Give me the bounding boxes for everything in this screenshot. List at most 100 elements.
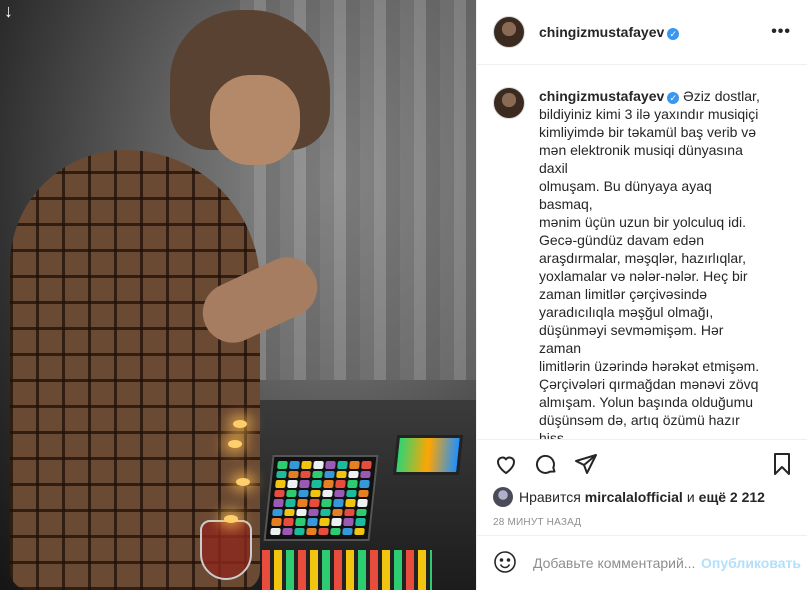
comment-input[interactable] (533, 555, 701, 571)
launchpad-button (331, 518, 342, 526)
launchpad-button (344, 508, 355, 516)
keyboard-controller (262, 550, 432, 590)
launchpad-button (285, 499, 296, 507)
launchpad-button (296, 508, 307, 516)
launchpad-button (274, 489, 285, 497)
launchpad-button (307, 518, 318, 526)
launchpad-button (275, 480, 286, 488)
launchpad-button (360, 470, 371, 478)
launchpad-button (348, 470, 359, 478)
launchpad-button (300, 470, 311, 478)
post-photo[interactable]: ↓ (0, 0, 476, 590)
likes-count-link[interactable]: ещё 2 212 (699, 489, 765, 505)
launchpad-button (276, 470, 287, 478)
launchpad-button (318, 527, 329, 535)
launchpad-button (299, 480, 310, 488)
launchpad-button (342, 527, 353, 535)
launchpad-button (312, 470, 323, 478)
launchpad-button (321, 499, 332, 507)
launchpad-button (273, 499, 284, 507)
launchpad-button (346, 489, 357, 497)
comment-bubble-icon[interactable] (533, 451, 559, 477)
launchpad-button (297, 499, 308, 507)
add-comment-bar: Опубликовать (477, 535, 807, 590)
launchpad-button (335, 480, 346, 488)
candle-light (233, 420, 247, 428)
down-arrow-icon[interactable]: ↓ (4, 2, 13, 20)
launchpad-button (349, 461, 360, 469)
launchpad-button (287, 480, 298, 488)
header-username[interactable]: chingizmustafayev ✓ (539, 24, 680, 40)
avatar[interactable] (493, 16, 525, 48)
likes-summary: Нравится mircalalofficial и ещё 2 212 (477, 487, 807, 507)
launchpad-button (282, 527, 293, 535)
launchpad-button (309, 499, 320, 507)
launchpad-button (301, 461, 312, 469)
launchpad-button (323, 480, 334, 488)
launchpad-button (359, 480, 370, 488)
verified-badge-icon: ✓ (667, 28, 680, 40)
launchpad-button (332, 508, 343, 516)
launchpad-button (334, 489, 345, 497)
launchpad-button (311, 480, 322, 488)
launchpad-button (319, 518, 330, 526)
launchpad-button (298, 489, 309, 497)
launchpad-button (324, 470, 335, 478)
launchpad-button (272, 508, 283, 516)
caption-username[interactable]: chingizmustafayev ✓ (539, 88, 680, 104)
launchpad-button (289, 461, 300, 469)
launchpad-button (357, 499, 368, 507)
avatar[interactable] (493, 87, 525, 119)
launchpad-button (286, 489, 297, 497)
candle-light (228, 440, 242, 448)
wine-glass (200, 520, 252, 580)
liker-username[interactable]: mircalalofficial (585, 489, 683, 505)
caption-section: chingizmustafayev ✓ Əziz dostlar, bildiyi… (477, 65, 807, 439)
launchpad-button (320, 508, 331, 516)
liker-avatar[interactable] (493, 487, 513, 507)
controller-screen (392, 435, 464, 475)
post-header: chingizmustafayev ✓ ••• (477, 0, 807, 65)
launchpad-button (295, 518, 306, 526)
launchpad-button (322, 489, 333, 497)
launchpad-button (288, 470, 299, 478)
launchpad-button (284, 508, 295, 516)
launchpad-button (336, 470, 347, 478)
musician-face (210, 75, 300, 165)
launchpad-button (294, 527, 305, 535)
launchpad-button (343, 518, 354, 526)
launchpad-button (308, 508, 319, 516)
launchpad-button (355, 518, 366, 526)
launchpad-button (358, 489, 369, 497)
launchpad-button (271, 518, 282, 526)
like-heart-icon[interactable] (493, 451, 519, 477)
post-timestamp[interactable]: 28 МИНУТ НАЗАД (477, 507, 807, 535)
share-send-icon[interactable] (573, 451, 599, 477)
post-caption: chingizmustafayev ✓ Əziz dostlar, bildiyi… (539, 87, 764, 439)
likes-prefix: Нравится (519, 489, 581, 505)
launchpad-button (306, 527, 317, 535)
candle-light (224, 515, 238, 523)
launchpad-button (330, 527, 341, 535)
publish-button[interactable]: Опубликовать (701, 555, 801, 571)
launchpad-controller (263, 455, 379, 541)
launchpad-button (283, 518, 294, 526)
launchpad-button (337, 461, 348, 469)
launchpad-button (333, 499, 344, 507)
post-side-panel: chingizmustafayev ✓ ••• chingizmustafayev… (476, 0, 807, 590)
likes-conjunction: и (686, 489, 695, 505)
launchpad-button (345, 499, 356, 507)
launchpad-button (277, 461, 288, 469)
launchpad-button (310, 489, 321, 497)
caption-text: Əziz dostlar, bildiyiniz kimi 3 ilə yaxı… (539, 88, 760, 439)
launchpad-button (354, 527, 365, 535)
launchpad-button (270, 527, 281, 535)
candle-light (236, 478, 250, 486)
more-options-icon[interactable]: ••• (771, 23, 791, 41)
emoji-icon[interactable] (493, 550, 517, 576)
launchpad-button (325, 461, 336, 469)
launchpad-button (361, 461, 372, 469)
launchpad-button (313, 461, 324, 469)
bookmark-icon[interactable] (769, 451, 795, 477)
launchpad-button (356, 508, 367, 516)
